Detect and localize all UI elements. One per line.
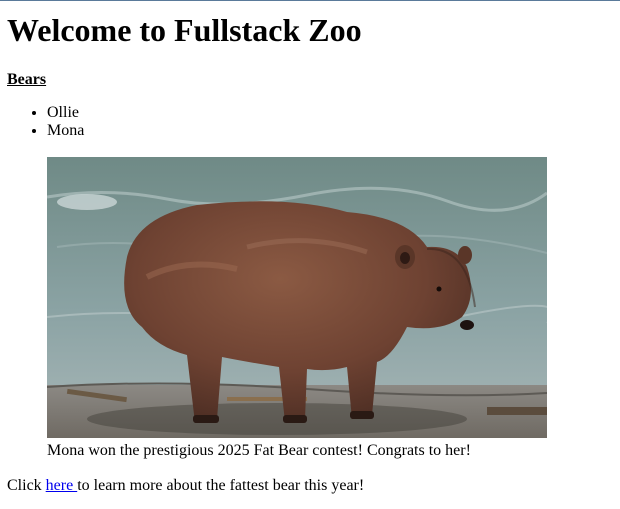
photo-caption: Mona won the prestigious 2025 Fat Bear c… [47, 442, 471, 459]
learn-more-line: Click here to learn more about the fatte… [7, 476, 364, 496]
learn-more-prefix: Click [7, 477, 46, 494]
here-link[interactable]: here [46, 477, 78, 494]
bear-list: Ollie Mona [7, 104, 84, 140]
bears-link[interactable]: Bears [7, 70, 46, 90]
bear-figure: Mona won the prestigious 2025 Fat Bear c… [47, 157, 547, 460]
page-title: Welcome to Fullstack Zoo [7, 12, 362, 48]
list-item: Ollie [47, 104, 84, 122]
learn-more-suffix: to learn more about the fattest bear thi… [77, 477, 365, 494]
brown-bear-photo [47, 157, 547, 438]
window-top-border [0, 0, 620, 1]
list-item: Mona [47, 122, 84, 140]
